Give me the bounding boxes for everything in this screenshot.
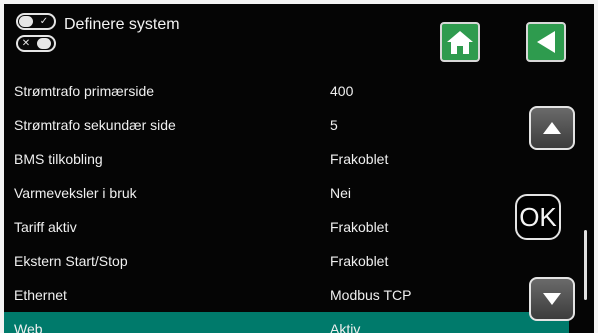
header: ✓ ✕ Definere system	[4, 4, 594, 74]
setting-value: Frakoblet	[330, 219, 389, 235]
setting-value: Modbus TCP	[330, 287, 412, 303]
setting-value: Frakoblet	[330, 151, 389, 167]
scroll-down-button[interactable]	[529, 277, 575, 321]
page-title: Definere system	[64, 16, 180, 33]
arrow-up-icon	[543, 122, 561, 134]
setting-value: 5	[330, 117, 338, 133]
setting-label: Strømtrafo primærside	[14, 83, 155, 99]
scroll-up-button[interactable]	[529, 106, 575, 150]
setting-value: 400	[330, 83, 354, 99]
setting-label: Ethernet	[14, 287, 67, 303]
toggle-on-icon: ✓	[16, 13, 56, 30]
list-item-selected[interactable]: Web Aktiv	[4, 312, 569, 333]
setting-label: Varmeveksler i bruk	[14, 185, 137, 201]
list-item[interactable]: Ekstern Start/Stop Frakoblet	[4, 244, 569, 278]
scrollbar[interactable]	[584, 230, 587, 300]
list-item[interactable]: Strømtrafo primærside 400	[4, 74, 569, 108]
home-icon	[447, 31, 473, 54]
setting-label: Strømtrafo sekundær side	[14, 117, 176, 133]
list-item[interactable]: Varmeveksler i bruk Nei	[4, 176, 569, 210]
back-button[interactable]	[526, 22, 566, 62]
list-item[interactable]: Ethernet Modbus TCP	[4, 278, 569, 312]
home-button[interactable]	[440, 22, 480, 62]
setting-label: BMS tilkobling	[14, 151, 103, 167]
setting-value: Aktiv	[330, 321, 361, 333]
list-item[interactable]: BMS tilkobling Frakoblet	[4, 142, 569, 176]
setting-label: Ekstern Start/Stop	[14, 253, 128, 269]
back-arrow-icon	[537, 31, 555, 53]
ok-button[interactable]: OK	[515, 194, 561, 240]
setting-label: Web	[14, 321, 43, 333]
list-item[interactable]: Strømtrafo sekundær side 5	[4, 108, 569, 142]
setting-value: Frakoblet	[330, 253, 389, 269]
setting-label: Tariff aktiv	[14, 219, 77, 235]
display-screen: ✓ ✕ Definere system Strømtrafo primærsid…	[4, 4, 594, 333]
list-item[interactable]: Tariff aktiv Frakoblet	[4, 210, 569, 244]
setting-value: Nei	[330, 185, 352, 201]
toggle-off-icon: ✕	[16, 35, 56, 52]
arrow-down-icon	[543, 293, 561, 305]
